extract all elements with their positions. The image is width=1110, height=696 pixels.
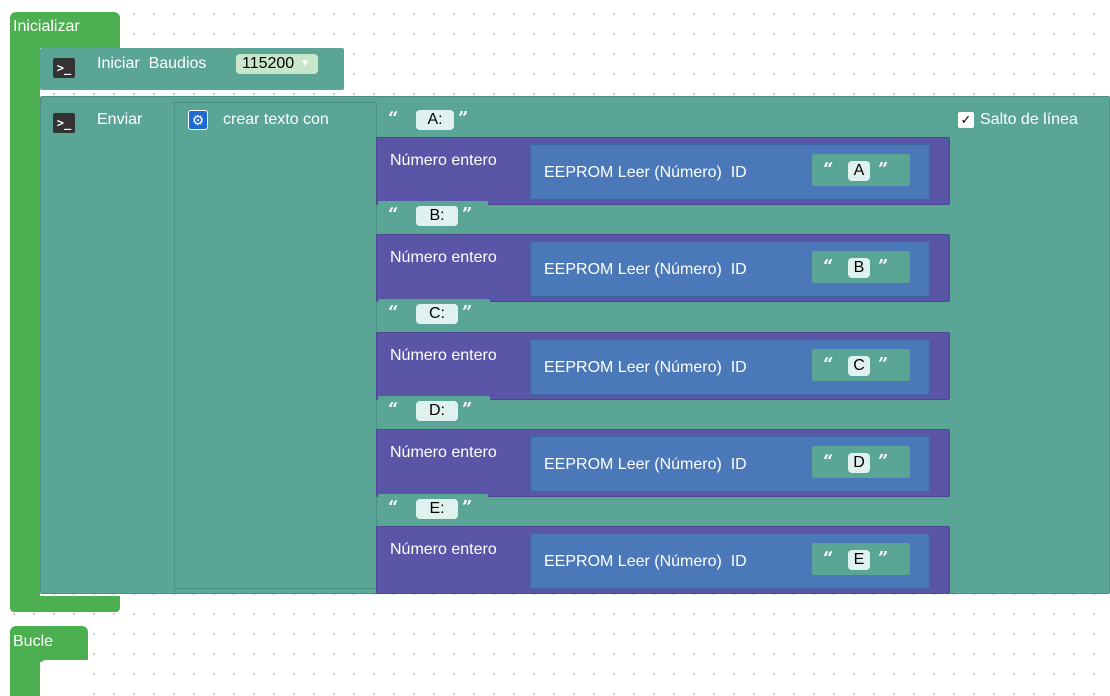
number-int-block[interactable]: Número entero EEPROM Leer (Número) ID “ … bbox=[376, 526, 950, 594]
serial-begin-label: Iniciar Baudios bbox=[97, 55, 207, 72]
number-int-block[interactable]: Número entero EEPROM Leer (Número) ID “ … bbox=[376, 332, 950, 400]
eeprom-read-label: EEPROM Leer (Número) ID bbox=[544, 261, 747, 278]
id-field[interactable]: A bbox=[848, 161, 870, 181]
setup-block-bottom bbox=[10, 596, 120, 612]
setup-block-arm bbox=[10, 44, 40, 604]
number-int-label: Número entero bbox=[390, 152, 497, 169]
text-literal-field[interactable]: D: bbox=[416, 401, 458, 421]
eeprom-read-label: EEPROM Leer (Número) ID bbox=[544, 359, 747, 376]
text-literal-field[interactable]: A: bbox=[416, 110, 454, 130]
text-literal-block[interactable]: “ A: ” bbox=[378, 105, 484, 135]
eeprom-read-block[interactable]: EEPROM Leer (Número) ID “ E ” bbox=[530, 533, 930, 589]
baud-rate-dropdown[interactable]: 115200 ▼ bbox=[236, 54, 319, 75]
id-text-literal[interactable]: “ E ” bbox=[812, 543, 910, 575]
text-literal-block[interactable]: “ D: ” bbox=[378, 396, 490, 426]
id-field[interactable]: E bbox=[848, 550, 870, 570]
baud-rate-value: 115200 bbox=[242, 55, 295, 73]
console-icon: >_ bbox=[53, 113, 75, 133]
number-int-block[interactable]: Número entero EEPROM Leer (Número) ID “ … bbox=[376, 429, 950, 497]
id-text-literal[interactable]: “ C ” bbox=[812, 349, 910, 381]
text-literal-field[interactable]: E: bbox=[416, 499, 458, 519]
number-int-label: Número entero bbox=[390, 541, 497, 558]
newline-label: Salto de línea bbox=[980, 111, 1078, 128]
number-int-label: Número entero bbox=[390, 347, 497, 364]
console-icon: >_ bbox=[53, 58, 75, 78]
id-text-literal[interactable]: “ B ” bbox=[812, 251, 910, 283]
number-int-label: Número entero bbox=[390, 249, 497, 266]
id-field[interactable]: D bbox=[848, 453, 870, 473]
loop-block-label: Bucle bbox=[13, 633, 54, 650]
text-literal-field[interactable]: C: bbox=[416, 304, 458, 324]
number-int-block[interactable]: Número entero EEPROM Leer (Número) ID “ … bbox=[376, 234, 950, 302]
id-field[interactable]: B bbox=[848, 258, 870, 278]
number-int-block[interactable]: Número entero EEPROM Leer (Número) ID “ … bbox=[376, 137, 950, 205]
eeprom-read-label: EEPROM Leer (Número) ID bbox=[544, 553, 747, 570]
eeprom-read-label: EEPROM Leer (Número) ID bbox=[544, 164, 747, 181]
text-literal-block[interactable]: “ C: ” bbox=[378, 299, 490, 329]
id-field[interactable]: C bbox=[848, 356, 870, 376]
text-literal-field[interactable]: B: bbox=[416, 206, 458, 226]
loop-block-arm bbox=[10, 660, 40, 696]
setup-block-label: Inicializar bbox=[13, 18, 80, 35]
gear-icon[interactable]: ⚙ bbox=[188, 110, 208, 130]
create-text-block[interactable] bbox=[174, 102, 377, 589]
eeprom-read-block[interactable]: EEPROM Leer (Número) ID “ C ” bbox=[530, 339, 930, 395]
text-literal-block[interactable]: “ E: ” bbox=[378, 494, 488, 524]
loop-block-notch bbox=[40, 660, 90, 696]
create-text-label: crear texto con bbox=[223, 111, 329, 128]
newline-checkbox[interactable]: ✓ bbox=[958, 112, 974, 128]
number-int-label: Número entero bbox=[390, 444, 497, 461]
id-text-literal[interactable]: “ D ” bbox=[812, 446, 910, 478]
chevron-down-icon: ▼ bbox=[300, 58, 311, 69]
eeprom-read-label: EEPROM Leer (Número) ID bbox=[544, 456, 747, 473]
eeprom-read-block[interactable]: EEPROM Leer (Número) ID “ D ” bbox=[530, 436, 930, 492]
id-text-literal[interactable]: “ A ” bbox=[812, 154, 910, 186]
eeprom-read-block[interactable]: EEPROM Leer (Número) ID “ A ” bbox=[530, 144, 930, 200]
serial-print-label: Enviar bbox=[97, 111, 143, 128]
text-literal-block[interactable]: “ B: ” bbox=[378, 201, 488, 231]
eeprom-read-block[interactable]: EEPROM Leer (Número) ID “ B ” bbox=[530, 241, 930, 297]
